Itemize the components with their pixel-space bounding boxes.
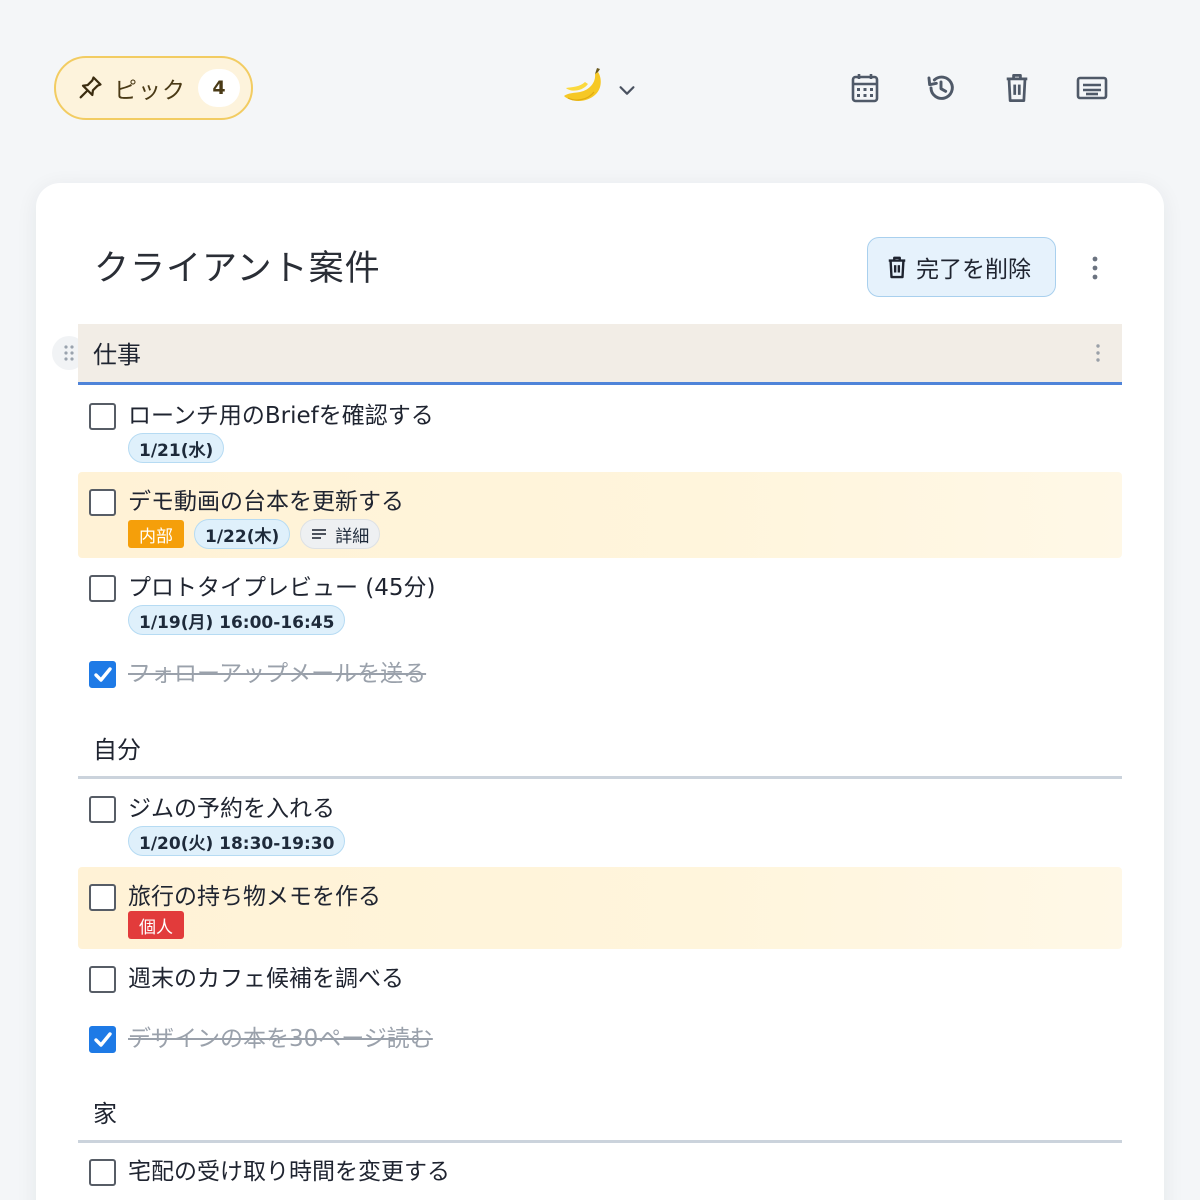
pick-button[interactable]: ピック 4 xyxy=(54,56,253,120)
task-item[interactable]: 宅配の受け取り時間を変更する xyxy=(78,1142,1122,1200)
task-list-card: クライアント案件 完了を削除 仕事 ローンチ用のBriefを確認する 1/21(… xyxy=(36,183,1164,1200)
due-date-chip[interactable]: 1/20(火) 18:30-19:30 xyxy=(128,826,346,856)
task-title: デザインの本を30ページ読む xyxy=(128,1026,433,1052)
section-header-home[interactable]: 家 xyxy=(78,1082,1122,1143)
task-checkbox-checked[interactable] xyxy=(89,661,116,688)
task-item[interactable]: プロトタイプレビュー (45分) 1/19(月) 16:00-16:45 xyxy=(78,558,1122,644)
history-icon[interactable] xyxy=(921,68,961,108)
due-date-chip[interactable]: 1/19(月) 16:00-16:45 xyxy=(128,605,346,635)
notes-icon xyxy=(311,528,327,540)
task-tag[interactable]: 内部 xyxy=(128,520,184,548)
task-item[interactable]: 週末のカフェ候補を調べる xyxy=(78,949,1122,1009)
calendar-icon[interactable] xyxy=(845,68,885,108)
task-checkbox[interactable] xyxy=(89,796,116,823)
task-title: フォローアップメールを送る xyxy=(128,661,427,687)
task-checkbox[interactable] xyxy=(89,1159,116,1186)
task-item[interactable]: デザインの本を30ページ読む xyxy=(78,1009,1122,1069)
section-header-work[interactable]: 仕事 xyxy=(78,324,1122,385)
chevron-down-icon xyxy=(616,79,638,101)
task-checkbox[interactable] xyxy=(89,966,116,993)
clear-completed-button[interactable]: 完了を削除 xyxy=(867,237,1056,297)
more-vert-icon[interactable] xyxy=(1085,255,1105,283)
task-title: ジムの予約を入れる xyxy=(128,796,335,822)
section-title: 自分 xyxy=(93,736,141,764)
task-checkbox[interactable] xyxy=(89,403,116,430)
task-item[interactable]: 旅行の持ち物メモを作る 個人 xyxy=(78,867,1122,949)
due-date-chip[interactable]: 1/22(木) xyxy=(194,519,291,549)
task-item[interactable]: フォローアップメールを送る xyxy=(78,644,1122,704)
task-tag[interactable]: 個人 xyxy=(128,911,184,939)
section-title: 仕事 xyxy=(93,341,141,369)
due-date-chip[interactable]: 1/21(水) xyxy=(128,433,225,463)
detail-label: 詳細 xyxy=(335,526,370,547)
clear-completed-label: 完了を削除 xyxy=(916,257,1031,283)
task-checkbox[interactable] xyxy=(89,575,116,602)
workspace-switcher[interactable] xyxy=(560,66,638,114)
trash-icon xyxy=(886,255,908,279)
task-checkbox-checked[interactable] xyxy=(89,1026,116,1053)
section-more-icon[interactable] xyxy=(1096,344,1100,362)
section-header-personal[interactable]: 自分 xyxy=(78,718,1122,779)
task-checkbox[interactable] xyxy=(89,489,116,516)
pin-icon xyxy=(76,74,104,102)
task-checkbox[interactable] xyxy=(89,884,116,911)
task-title: 週末のカフェ候補を調べる xyxy=(128,966,404,992)
task-item[interactable]: デモ動画の台本を更新する 内部 1/22(木) 詳細 xyxy=(78,472,1122,558)
pick-count-badge: 4 xyxy=(198,69,240,107)
task-title: 宅配の受け取り時間を変更する xyxy=(128,1159,450,1185)
trash-icon[interactable] xyxy=(997,68,1037,108)
keyboard-icon[interactable] xyxy=(1072,68,1112,108)
task-title: プロトタイプレビュー (45分) xyxy=(128,575,436,601)
banana-logo-icon xyxy=(560,66,606,114)
task-title: 旅行の持ち物メモを作る xyxy=(128,884,381,910)
task-title: ローンチ用のBriefを確認する xyxy=(128,403,434,429)
task-item[interactable]: ローンチ用のBriefを確認する 1/21(水) xyxy=(78,386,1122,472)
task-title: デモ動画の台本を更新する xyxy=(128,489,404,515)
pick-label: ピック xyxy=(114,78,186,104)
task-item[interactable]: ジムの予約を入れる 1/20(火) 18:30-19:30 xyxy=(78,779,1122,865)
section-title: 家 xyxy=(93,1100,117,1128)
detail-chip[interactable]: 詳細 xyxy=(300,519,381,549)
list-title: クライアント案件 xyxy=(94,249,381,289)
